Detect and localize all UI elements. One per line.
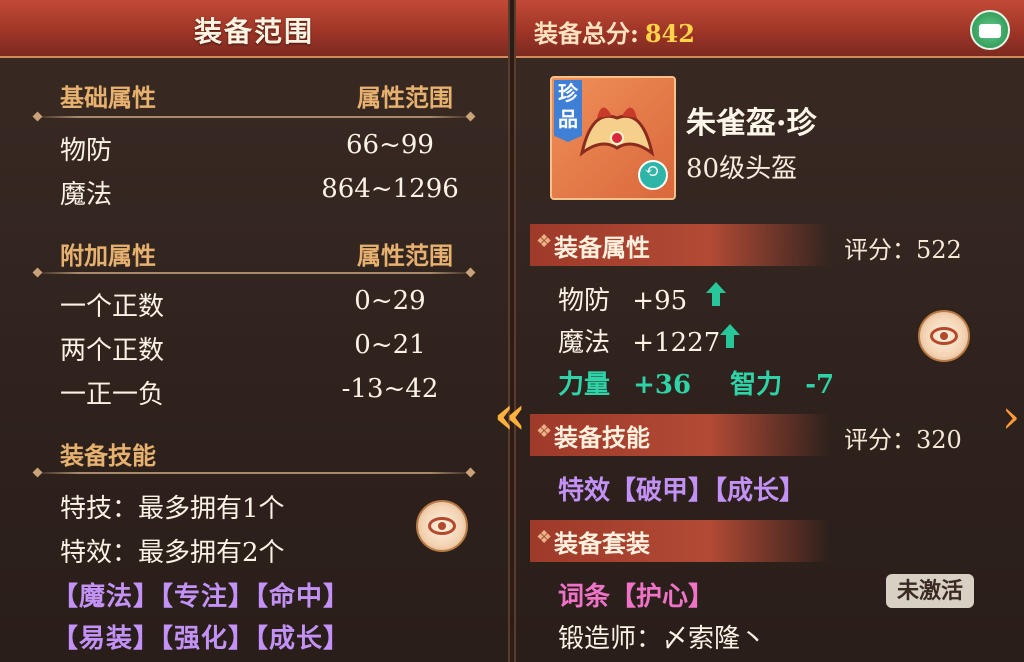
skills-label: 装备技能 [60, 441, 156, 470]
basic-row-value: 864~1296 [321, 174, 459, 204]
bonus-attr-row: 力量 +36 智力 -7 [558, 364, 834, 401]
attr-row: 物防 +95 [558, 280, 687, 317]
attr-value: +95 [632, 286, 688, 316]
eye-pupil [438, 522, 446, 530]
attr-label: 魔法 [558, 328, 611, 358]
left-title: 装备范围 [193, 15, 314, 48]
basic-attr-heading: 基础属性 属性范围 [60, 78, 468, 113]
skills-heading: 装备技能 [60, 436, 468, 471]
extra-attr-heading: 附加属性 属性范围 [60, 236, 468, 271]
equip-set-line: 词条【护心】 [558, 582, 715, 612]
eye-pupil [940, 332, 948, 340]
total-score-label: 装备总分: [534, 19, 639, 48]
attr-value: +1227 [632, 328, 721, 358]
extra-range-label: 属性范围 [357, 241, 453, 270]
extra-row-label: 一个正数 [60, 292, 165, 322]
equip-attr-heading: 装备属性 [554, 233, 650, 262]
extra-row-value: -13~42 [341, 374, 439, 404]
chevron-left-icon[interactable]: « [480, 388, 540, 448]
divider [34, 472, 474, 474]
basic-attr-label: 基础属性 [60, 83, 156, 112]
chevron-right-icon[interactable]: › [998, 386, 1024, 448]
item-level-type: 80级头盔 [686, 154, 798, 184]
total-score-value: 842 [644, 19, 695, 48]
forger-line: 锻造师：〆索隆丶 [558, 624, 767, 654]
bonus-b-label: 智力 [730, 370, 783, 400]
skill-tags-row: 【魔法】【专注】【命中】 [52, 582, 351, 612]
extra-row: 一个正数 0~29 [60, 286, 480, 323]
rarity-tag: 珍品 [554, 80, 582, 142]
extra-row-label: 两个正数 [60, 336, 165, 366]
basic-row-label: 魔法 [60, 180, 113, 210]
divider [34, 116, 474, 118]
equip-set-ribbon: 装备套装 [530, 520, 830, 562]
bonus-a-value: +36 [633, 370, 692, 400]
equip-skill-heading: 装备技能 [554, 423, 650, 452]
attr-label: 物防 [558, 286, 611, 316]
item-icon-slot[interactable]: 珍品 [550, 76, 676, 200]
extra-row-value: 0~29 [354, 286, 426, 316]
basic-row: 物防 66~99 [60, 130, 480, 167]
up-arrow-icon [706, 282, 726, 306]
skill-line: 特效：最多拥有2个 [60, 538, 285, 568]
bonus-a-label: 力量 [558, 370, 611, 400]
extra-row: 一正一负 -13~42 [60, 374, 480, 411]
basic-row: 魔法 864~1296 [60, 174, 480, 211]
preview-button[interactable] [918, 310, 970, 362]
equip-attr-ribbon: 装备属性 [530, 224, 830, 266]
basic-row-value: 66~99 [346, 130, 434, 160]
skill-tags-row: 【易装】【强化】【成长】 [52, 624, 351, 654]
total-score: 装备总分: 842 [534, 14, 695, 49]
basic-range-label: 属性范围 [357, 83, 453, 112]
extra-row-value: 0~21 [354, 330, 426, 360]
green-chest-button[interactable] [970, 10, 1010, 50]
bonus-b-value: -7 [805, 370, 835, 400]
equip-skill-ribbon: 装备技能 [530, 414, 830, 456]
left-header: 装备范围 [0, 0, 508, 58]
item-name: 朱雀盔·珍 [686, 106, 817, 141]
divider [34, 272, 474, 274]
equip-skill-score: 评分：320 [844, 426, 962, 454]
refresh-icon[interactable] [638, 160, 668, 190]
equipment-detail-panel: 装备总分:842 珍品 朱雀盔·珍 80级头盔 装备属性 评分：522 物防 +… [514, 0, 1024, 662]
equip-skill-line: 特效【破甲】【成长】 [558, 476, 806, 506]
up-arrow-icon [720, 324, 740, 348]
basic-row-label: 物防 [60, 136, 113, 166]
extra-row: 两个正数 0~21 [60, 330, 480, 367]
extra-attr-label: 附加属性 [60, 241, 156, 270]
preview-button[interactable] [416, 500, 468, 552]
attr-row: 魔法 +1227 [558, 322, 720, 359]
equip-attr-score: 评分：522 [844, 236, 962, 264]
set-status-badge: 未激活 [886, 574, 974, 608]
equip-set-heading: 装备套装 [554, 529, 650, 558]
extra-row-label: 一正一负 [60, 380, 165, 410]
equipment-range-panel: 装备范围 基础属性 属性范围 物防 66~99 魔法 864~1296 附加属性… [0, 0, 510, 662]
right-header: 装备总分: 842 [516, 0, 1024, 58]
green-chest-icon [979, 24, 1001, 38]
